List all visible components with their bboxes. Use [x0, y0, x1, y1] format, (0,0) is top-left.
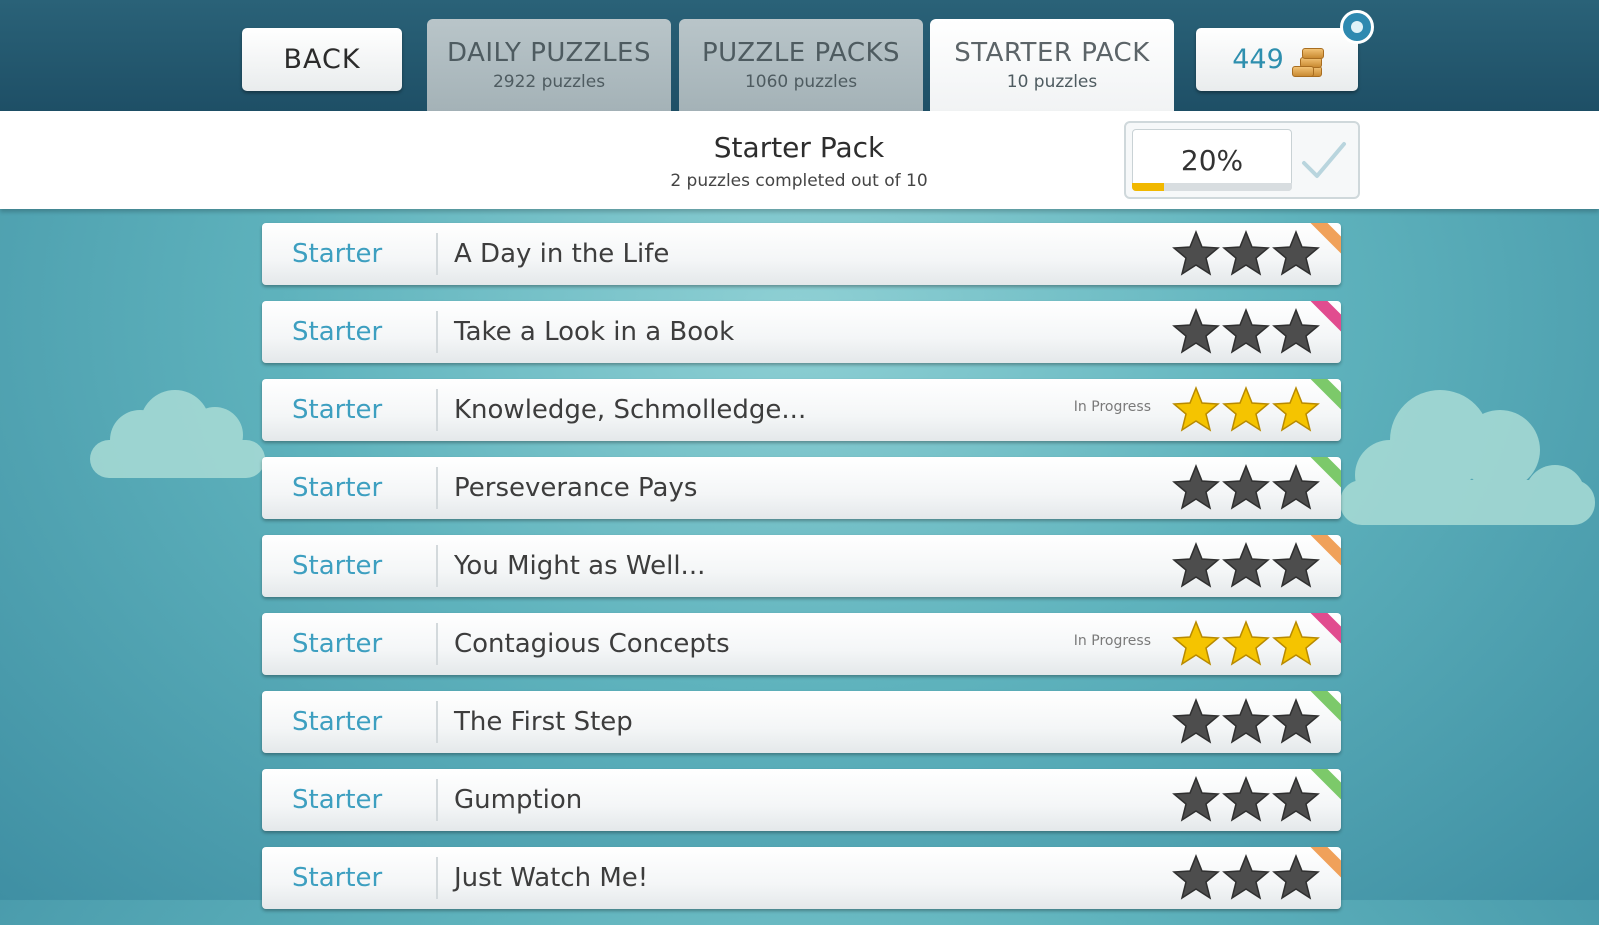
puzzle-name: Knowledge, Schmolledge...	[454, 395, 807, 425]
tab-subtitle: 10 puzzles	[1006, 72, 1098, 92]
puzzle-pack-label: Starter	[292, 785, 383, 815]
star-icon	[1222, 464, 1270, 510]
star-rating	[1172, 464, 1320, 510]
puzzle-name: Gumption	[454, 785, 583, 815]
puzzle-row[interactable]: Starter Perseverance Pays	[262, 457, 1341, 519]
star-icon	[1222, 308, 1270, 354]
tab-subtitle: 1060 puzzles	[744, 72, 858, 92]
star-rating	[1172, 230, 1320, 276]
row-divider	[436, 779, 438, 821]
star-icon	[1272, 698, 1320, 744]
puzzle-pack-label: Starter	[292, 317, 383, 347]
coins-icon	[1291, 44, 1324, 77]
star-rating	[1172, 854, 1320, 900]
puzzle-name: The First Step	[454, 707, 633, 737]
star-rating	[1172, 776, 1320, 822]
star-icon	[1272, 776, 1320, 822]
tab-title: PUZZLE PACKS	[701, 38, 901, 68]
puzzle-pack-label: Starter	[292, 707, 383, 737]
cloud-left	[90, 390, 265, 478]
coin-balance-button[interactable]: 449	[1196, 28, 1358, 91]
puzzle-row[interactable]: Starter Take a Look in a Book	[262, 301, 1341, 363]
back-button[interactable]: BACK	[242, 28, 402, 91]
puzzle-status: In Progress	[1073, 633, 1151, 649]
puzzle-row[interactable]: Starter A Day in the Life	[262, 223, 1341, 285]
star-icon	[1172, 776, 1220, 822]
puzzle-row[interactable]: Starter The First Step	[262, 691, 1341, 753]
star-icon	[1222, 620, 1270, 666]
puzzle-name: Perseverance Pays	[454, 473, 698, 503]
star-icon	[1272, 386, 1320, 432]
star-icon	[1172, 854, 1220, 900]
cloud-right	[1340, 390, 1595, 525]
star-icon	[1172, 464, 1220, 510]
tab-starter-pack[interactable]: STARTER PACK 10 puzzles	[930, 19, 1174, 111]
add-coins-icon[interactable]	[1340, 10, 1374, 44]
star-icon	[1172, 308, 1220, 354]
star-icon	[1172, 230, 1220, 276]
progress-bar	[1132, 183, 1292, 191]
puzzle-pack-label: Starter	[292, 551, 383, 581]
star-icon	[1272, 308, 1320, 354]
puzzle-pack-label: Starter	[292, 239, 383, 269]
row-divider	[436, 623, 438, 665]
row-divider	[436, 311, 438, 353]
star-icon	[1172, 698, 1220, 744]
star-icon	[1222, 854, 1270, 900]
pack-progress-text: 2 puzzles completed out of 10	[670, 171, 928, 191]
puzzle-pack-label: Starter	[292, 395, 383, 425]
puzzle-status: In Progress	[1073, 399, 1151, 415]
row-divider	[436, 701, 438, 743]
puzzle-list: Starter A Day in the Life Starter Take a Lo…	[262, 223, 1341, 925]
star-rating	[1172, 308, 1320, 354]
page-title: Starter Pack	[713, 131, 885, 164]
star-rating	[1172, 542, 1320, 588]
puzzle-name: Take a Look in a Book	[454, 317, 735, 347]
star-icon	[1172, 620, 1220, 666]
star-icon	[1222, 542, 1270, 588]
star-icon	[1272, 620, 1320, 666]
row-divider	[436, 233, 438, 275]
puzzle-row[interactable]: Starter Contagious Concepts In Progress	[262, 613, 1341, 675]
checkmark-icon	[1302, 142, 1346, 178]
star-rating	[1172, 386, 1320, 432]
progress-box: 20%	[1124, 121, 1360, 199]
tab-title: STARTER PACK	[954, 38, 1150, 68]
star-icon	[1222, 776, 1270, 822]
star-icon	[1272, 542, 1320, 588]
tab-title: DAILY PUZZLES	[447, 38, 651, 68]
tab-subtitle: 2922 puzzles	[492, 72, 606, 92]
progress-percent: 20%	[1132, 129, 1292, 191]
puzzle-name: You Might as Well...	[454, 551, 706, 581]
star-icon	[1222, 698, 1270, 744]
coin-count: 449	[1232, 44, 1284, 75]
puzzle-row[interactable]: Starter You Might as Well...	[262, 535, 1341, 597]
row-divider	[436, 389, 438, 431]
tab-daily-puzzles[interactable]: DAILY PUZZLES 2922 puzzles	[427, 19, 671, 111]
star-icon	[1272, 854, 1320, 900]
star-icon	[1222, 386, 1270, 432]
star-icon	[1222, 230, 1270, 276]
progress-bar-fill	[1132, 183, 1164, 191]
pack-header: Starter Pack 2 puzzles completed out of …	[0, 111, 1599, 209]
top-bar: BACK DAILY PUZZLES 2922 puzzles PUZZLE P…	[0, 0, 1599, 111]
star-icon	[1272, 464, 1320, 510]
puzzle-row[interactable]: Starter Gumption	[262, 769, 1341, 831]
puzzle-name: A Day in the Life	[454, 239, 670, 269]
puzzle-row[interactable]: Starter Knowledge, Schmolledge... In Progr…	[262, 379, 1341, 441]
star-rating	[1172, 698, 1320, 744]
puzzle-pack-label: Starter	[292, 473, 383, 503]
star-icon	[1172, 386, 1220, 432]
row-divider	[436, 545, 438, 587]
star-rating	[1172, 620, 1320, 666]
star-icon	[1272, 230, 1320, 276]
puzzle-pack-label: Starter	[292, 629, 383, 659]
row-divider	[436, 857, 438, 899]
puzzle-name: Contagious Concepts	[454, 629, 730, 659]
tab-puzzle-packs[interactable]: PUZZLE PACKS 1060 puzzles	[679, 19, 923, 111]
row-divider	[436, 467, 438, 509]
star-icon	[1172, 542, 1220, 588]
